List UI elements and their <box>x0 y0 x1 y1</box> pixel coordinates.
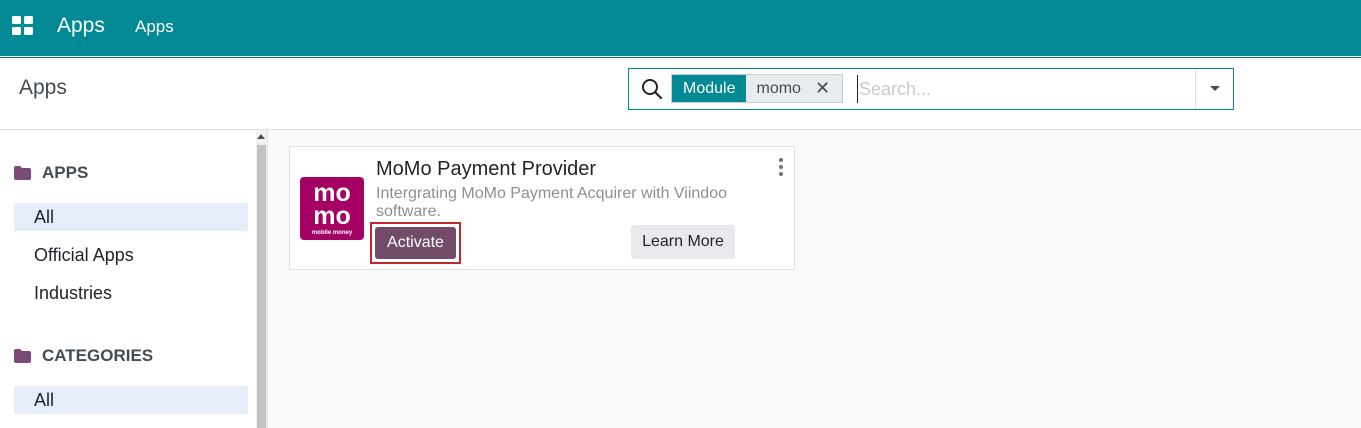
caret-down-icon <box>1209 86 1220 91</box>
facet-label: Module <box>672 75 747 102</box>
logo-text-line: mo <box>313 202 351 230</box>
apps-grid-icon[interactable] <box>12 16 34 36</box>
app-card[interactable]: mo mo mobile money MoMo Payment Provider… <box>289 146 795 270</box>
app-name: MoMo Payment Provider <box>376 158 597 180</box>
logo-caption: mobile money <box>312 230 353 236</box>
search-options-toggle[interactable] <box>1195 69 1233 109</box>
sidebar-item-all-categories[interactable]: All <box>14 386 248 414</box>
facet-value: momo <box>746 75 809 102</box>
navbar-menu-apps[interactable]: Apps <box>135 17 174 37</box>
section-header-label: APPS <box>42 163 89 182</box>
search-icon <box>641 78 663 100</box>
page-title: Apps <box>19 76 67 99</box>
search-input[interactable] <box>857 75 1187 103</box>
search-facet-module: Module momo ✕ <box>671 74 844 103</box>
sidebar-section-categories: CATEGORIES <box>14 346 153 366</box>
navbar-app-name[interactable]: Apps <box>57 14 105 38</box>
highlight-box: Activate <box>370 222 461 264</box>
scroll-up-icon[interactable] <box>257 134 265 139</box>
close-icon[interactable]: ✕ <box>808 75 843 102</box>
section-header-label: CATEGORIES <box>42 346 154 365</box>
app-logo: mo mo mobile money <box>300 177 364 240</box>
sidebar: APPS All Official Apps Industries CATEGO… <box>0 130 256 428</box>
sidebar-item-official-apps[interactable]: Official Apps <box>14 241 248 269</box>
vertical-dots-icon[interactable] <box>777 157 785 177</box>
sidebar-section-apps: APPS <box>14 163 88 183</box>
kanban-view: mo mo mobile money MoMo Payment Provider… <box>268 130 1361 428</box>
scrollbar-thumb[interactable] <box>257 145 266 428</box>
sidebar-item-industries[interactable]: Industries <box>14 279 248 307</box>
folder-icon <box>14 166 31 180</box>
learn-more-button[interactable]: Learn More <box>631 225 735 259</box>
sidebar-item-all-apps[interactable]: All <box>14 203 248 231</box>
app-description: Intergrating MoMo Payment Acquirer with … <box>376 185 727 220</box>
control-panel: Apps Module momo ✕ <box>0 57 1361 130</box>
folder-icon <box>14 349 31 363</box>
activate-button[interactable]: Activate <box>375 227 456 259</box>
top-navbar: Apps Apps <box>0 0 1361 56</box>
search-bar: Module momo ✕ <box>628 68 1234 110</box>
